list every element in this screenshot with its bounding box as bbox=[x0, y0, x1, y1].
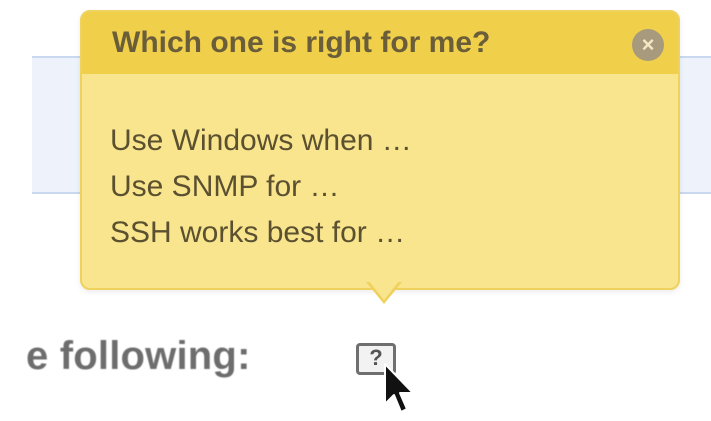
help-tooltip: Which one is right for me? × Use Windows… bbox=[80, 10, 680, 304]
mouse-cursor-icon bbox=[384, 363, 414, 413]
tooltip-line-windows: Use Windows when … bbox=[110, 124, 412, 157]
tooltip-title: Which one is right for me? bbox=[112, 26, 491, 59]
tooltip-body: Use Windows when … Use SNMP for … SSH wo… bbox=[110, 118, 412, 256]
tooltip-line-ssh: SSH works best for … bbox=[110, 216, 406, 249]
close-icon[interactable]: × bbox=[632, 29, 664, 61]
tooltip-header: Which one is right for me? × bbox=[82, 12, 678, 74]
tooltip-line-snmp: Use SNMP for … bbox=[110, 170, 340, 203]
page-instruction-text: e following: bbox=[26, 334, 251, 378]
help-icon-label: ? bbox=[369, 345, 383, 370]
tooltip-pointer bbox=[366, 280, 402, 304]
